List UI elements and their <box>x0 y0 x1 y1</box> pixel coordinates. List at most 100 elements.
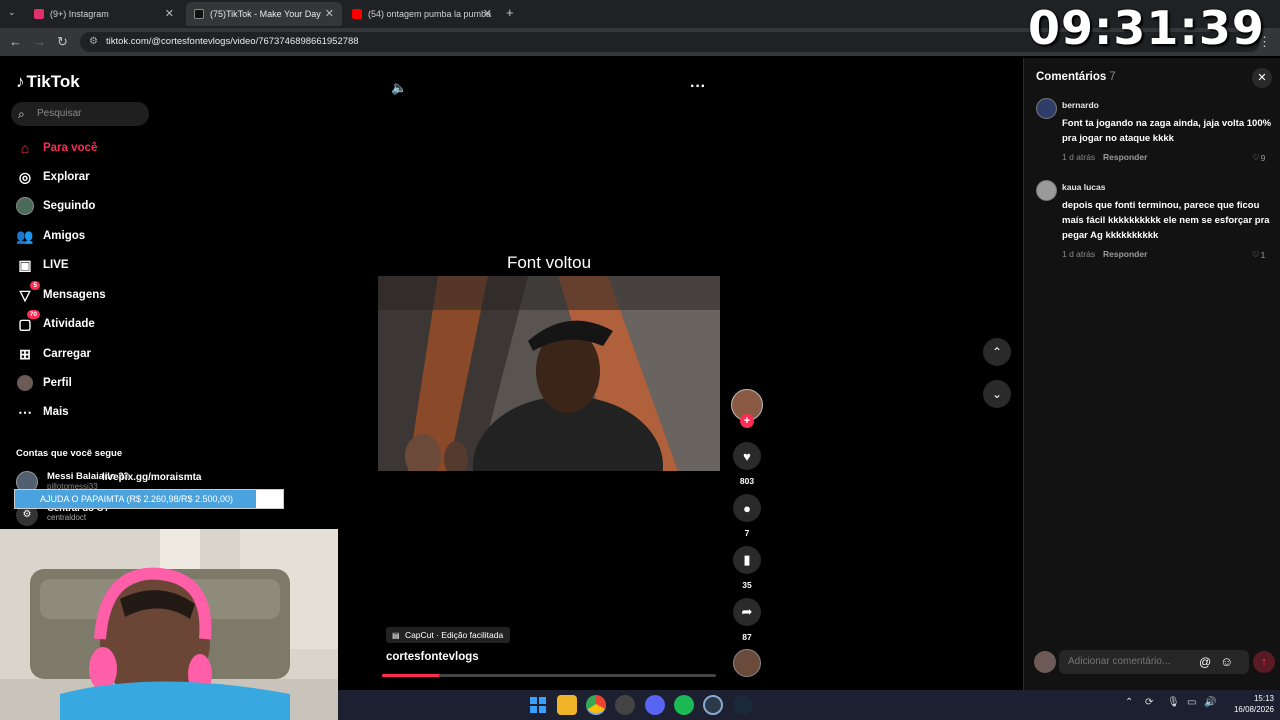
tab-label: (9+) Instagram <box>50 9 109 19</box>
compass-icon: ◎ <box>18 168 32 185</box>
spotify-icon[interactable] <box>674 695 694 715</box>
new-tab-icon[interactable]: + <box>506 5 514 20</box>
emoji-icon[interactable]: ☺ <box>1220 654 1233 669</box>
tray-chevron-icon[interactable]: ⌃ <box>1125 697 1133 708</box>
speaker-icon[interactable]: 🔊 <box>1204 697 1216 708</box>
live-tv-icon: ▣ <box>18 256 32 273</box>
capcut-badge[interactable]: ▤ CapCut · Edição facilitada <box>386 627 511 643</box>
comment-text: Font ta jogando na zaga ainda, jaja volt… <box>1062 118 1272 144</box>
search-placeholder: Pesquisar <box>37 108 82 119</box>
like-count: 803 <box>739 476 755 486</box>
comments-panel: Comentários 7 ✕ bernardo Font ta jogando … <box>1023 58 1280 690</box>
sidebar-item-label: Atividade <box>43 318 95 330</box>
tray-app-icon[interactable]: ⟳ <box>1145 697 1153 708</box>
sidebar-item-amigos[interactable]: 👥 Amigos <box>16 225 85 247</box>
comment-avatar[interactable] <box>1036 180 1057 201</box>
sidebar-item-carregar[interactable]: ⊞ Carregar <box>16 343 91 365</box>
sidebar-item-mais[interactable]: ⋯ Mais <box>16 401 69 423</box>
comment-button[interactable]: ● <box>733 494 761 522</box>
activity-icon: ▢ 70 <box>16 310 40 333</box>
comment-username[interactable]: bernardo <box>1062 100 1099 110</box>
previous-video-button[interactable]: ⌃ <box>983 338 1011 366</box>
volume-icon[interactable]: 🔈 <box>391 80 407 96</box>
streamer-webcam <box>0 529 338 720</box>
tab-search-icon[interactable]: ⌄ <box>8 7 16 18</box>
follow-plus-icon[interactable]: + <box>740 414 754 428</box>
video-progress-bar[interactable] <box>382 674 716 677</box>
video-player[interactable] <box>378 276 720 471</box>
search-input[interactable]: ⌕ Pesquisar <box>11 102 149 126</box>
network-icon[interactable]: ▭ <box>1187 697 1196 708</box>
instagram-icon <box>34 9 44 19</box>
obs-icon[interactable] <box>615 695 635 715</box>
tiktok-logo[interactable]: ♪ TikTok <box>16 72 80 92</box>
home-icon: ⌂ <box>20 140 30 156</box>
heart-icon: ♥ <box>743 448 751 464</box>
more-dots-icon: ⋯ <box>18 403 32 420</box>
forward-icon[interactable]: → <box>33 34 46 49</box>
more-options-icon[interactable]: ··· <box>690 78 706 96</box>
sidebar-item-label: Explorar <box>43 171 90 183</box>
sidebar-item-explorar[interactable]: ◎ Explorar <box>16 166 90 188</box>
message-icon: ▽ 5 <box>16 281 40 304</box>
sidebar-item-live[interactable]: ▣ LIVE <box>16 254 68 276</box>
close-tab-icon[interactable]: ✕ <box>165 7 174 20</box>
windows-start-icon[interactable] <box>528 695 548 715</box>
comment-like-count: 1 <box>1260 249 1266 260</box>
mention-icon[interactable]: @ <box>1199 655 1211 669</box>
heart-outline-icon: ♡ <box>1252 249 1260 259</box>
sidebar-item-seguindo[interactable]: Seguindo <box>16 195 95 217</box>
tab-instagram[interactable]: (9+) Instagram ✕ <box>26 2 182 26</box>
comment-input-row: @ ☺ ↑ <box>1024 648 1280 678</box>
discord-icon[interactable] <box>645 695 665 715</box>
tab-tiktok[interactable]: (75)TikTok - Make Your Day ✕ <box>186 2 342 26</box>
app-icon[interactable] <box>703 695 723 715</box>
comment-avatar[interactable] <box>1036 98 1057 119</box>
post-comment-button[interactable]: ↑ <box>1253 651 1275 673</box>
following-handle: centraldoct <box>47 513 87 522</box>
close-comments-button[interactable]: ✕ <box>1252 68 1272 88</box>
bookmark-icon: ▮ <box>743 552 751 567</box>
sidebar: ♪ TikTok ⌕ Pesquisar ⌂ Para você ◎ Explo… <box>0 58 330 528</box>
video-progress-fill <box>382 674 439 677</box>
sidebar-item-perfil[interactable]: Perfil <box>16 372 72 394</box>
comment-text: depois que fonti terminou, parece que fi… <box>1062 200 1270 241</box>
close-tab-icon[interactable]: ✕ <box>325 7 334 20</box>
comment-time: 1 d atrás <box>1062 249 1096 259</box>
comment-reply-button[interactable]: Responder <box>1103 152 1147 162</box>
comment-count: 7 <box>744 528 750 538</box>
comment-username[interactable]: kaua lucas <box>1062 182 1105 192</box>
sidebar-item-mensagens[interactable]: ▽ 5 Mensagens <box>16 281 106 306</box>
video-caption-title: Font voltou <box>506 253 592 272</box>
sidebar-item-label: Mensagens <box>43 289 106 301</box>
microphone-icon[interactable]: 🎙 <box>1167 697 1180 708</box>
tab-youtube[interactable]: (54) ontagem pumba la pumba ✕ <box>344 2 500 26</box>
comment-reply-button[interactable]: Responder <box>1103 249 1147 259</box>
share-button[interactable]: ➦ <box>733 598 761 626</box>
site-info-icon[interactable]: ⚙ <box>89 32 98 52</box>
steam-icon[interactable] <box>733 695 753 715</box>
sidebar-item-para-voce[interactable]: ⌂ Para você <box>16 137 98 159</box>
capcut-badge-label: CapCut · Edição facilitada <box>404 630 504 640</box>
taskbar-clock[interactable]: 15:13 16/08/2026 <box>1226 693 1274 715</box>
sidebar-item-atividade[interactable]: ▢ 70 Atividade <box>16 310 95 335</box>
taskbar-date: 16/08/2026 <box>1233 705 1274 714</box>
arrow-up-icon: ↑ <box>1261 656 1267 668</box>
sidebar-item-label: Carregar <box>43 348 91 360</box>
comment-like-button[interactable]: ♡ 1 <box>1252 249 1265 260</box>
reload-icon[interactable]: ↻ <box>57 34 68 50</box>
share-arrow-icon: ➦ <box>741 604 753 619</box>
comment-like-button[interactable]: ♡ 9 <box>1252 152 1265 163</box>
video-author[interactable]: cortesfontevlogs <box>386 651 479 663</box>
chevron-up-icon: ⌃ <box>991 345 1003 359</box>
file-explorer-icon[interactable] <box>557 695 577 715</box>
stream-clock-overlay: 09:31:39 <box>1028 1 1265 55</box>
music-disc-avatar[interactable] <box>733 649 761 677</box>
next-video-button[interactable]: ⌄ <box>983 380 1011 408</box>
back-icon[interactable]: ← <box>9 34 22 49</box>
comments-title-text: Comentários <box>1036 71 1107 83</box>
save-button[interactable]: ▮ <box>733 546 761 574</box>
chrome-icon[interactable] <box>586 695 606 715</box>
close-tab-icon[interactable]: ✕ <box>483 7 492 20</box>
like-button[interactable]: ♥ <box>733 442 761 470</box>
